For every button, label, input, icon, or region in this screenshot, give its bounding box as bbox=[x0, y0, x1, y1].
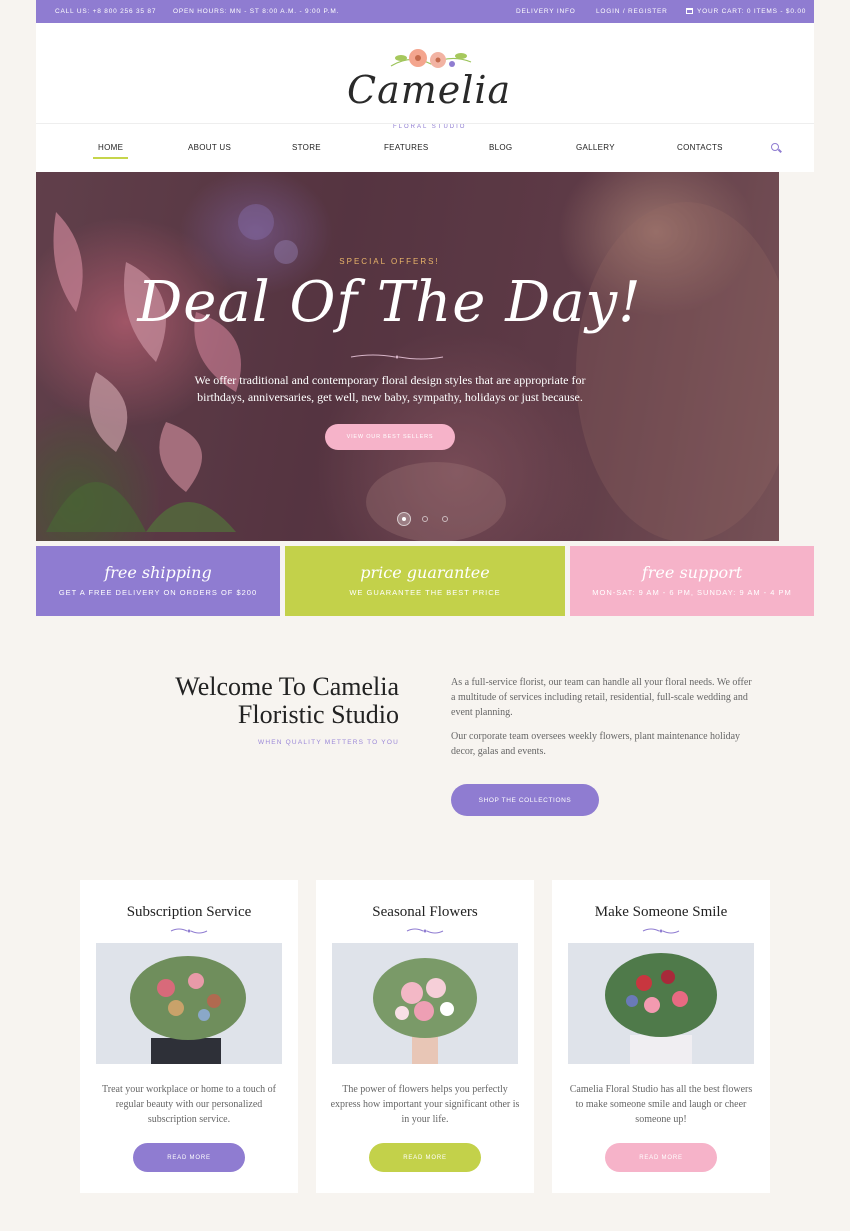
cart-link[interactable]: YOUR CART: 0 ITEMS - $0.00 bbox=[686, 8, 806, 15]
feature-price-guarantee: price guarantee WE GUARANTEE THE BEST PR… bbox=[285, 546, 565, 616]
bouquet-image bbox=[568, 943, 754, 1064]
bouquet-image bbox=[332, 943, 518, 1064]
card-title: Subscription Service bbox=[126, 904, 252, 920]
service-card-smile: Make Someone Smile Camelia Floral Studio… bbox=[552, 880, 770, 1193]
nav-gallery[interactable]: GALLERY bbox=[576, 143, 615, 152]
card-description: Treat your workplace or home to a touch … bbox=[101, 1084, 277, 1125]
hours-text: OPEN HOURS: MN - ST 8:00 A.M. - 9:00 P.M… bbox=[173, 8, 340, 15]
feature-free-shipping: free shipping GET A FREE DELIVERY ON ORD… bbox=[36, 546, 280, 616]
feature-subtitle: MON-SAT: 9 AM - 6 PM, SUNDAY: 9 AM - 4 P… bbox=[592, 588, 792, 597]
welcome-heading-line-2: Floristic Studio bbox=[237, 700, 399, 729]
nav-features[interactable]: FEATURES bbox=[384, 143, 428, 152]
read-more-button[interactable]: READ MORE bbox=[133, 1143, 245, 1172]
delivery-info-link[interactable]: DELIVERY INFO bbox=[516, 8, 576, 15]
feature-free-support: free support MON-SAT: 9 AM - 6 PM, SUNDA… bbox=[570, 546, 814, 616]
card-title: Seasonal Flowers bbox=[372, 904, 478, 920]
card-description: The power of flowers helps you perfectly… bbox=[330, 1084, 520, 1125]
ornament-icon bbox=[642, 928, 680, 934]
feature-title: free support bbox=[641, 563, 743, 582]
welcome-heading-line-1: Welcome To Camelia bbox=[175, 672, 399, 701]
logo[interactable]: Camelia FLORAL STUDIO bbox=[341, 46, 510, 130]
cart-icon bbox=[686, 8, 693, 14]
nav-contacts[interactable]: CONTACTS bbox=[677, 143, 723, 152]
welcome-subtitle: WHEN QUALITY METTERS TO YOU bbox=[258, 739, 399, 746]
feature-title: free shipping bbox=[104, 563, 212, 582]
hero-slider: SPECIAL OFFERS! Deal Of The Day! We offe… bbox=[36, 172, 779, 541]
site-header: Camelia FLORAL STUDIO HOME ABOUT US STOR… bbox=[36, 23, 814, 172]
slider-dot-2[interactable] bbox=[422, 516, 428, 522]
nav-home[interactable]: HOME bbox=[98, 143, 123, 152]
nav-about-us[interactable]: ABOUT US bbox=[188, 143, 231, 152]
service-card-seasonal: Seasonal Flowers The power of flowers he… bbox=[316, 880, 534, 1193]
search-icon[interactable] bbox=[771, 143, 779, 151]
hero-title: Deal Of The Day! bbox=[137, 270, 642, 335]
service-card-subscription: Subscription Service Treat your workplac… bbox=[80, 880, 298, 1193]
ornament-icon bbox=[170, 928, 208, 934]
nav-blog[interactable]: BLOG bbox=[489, 143, 512, 152]
slider-dot-1[interactable] bbox=[397, 512, 411, 526]
read-more-button[interactable]: READ MORE bbox=[369, 1143, 481, 1172]
welcome-paragraph-2: Our corporate team oversees weekly flowe… bbox=[451, 731, 741, 757]
logo-wordmark: Camelia bbox=[347, 68, 512, 112]
ornament-icon bbox=[406, 928, 444, 934]
logo-subtitle: FLORAL STUDIO bbox=[393, 124, 467, 130]
feature-subtitle: WE GUARANTEE THE BEST PRICE bbox=[349, 588, 501, 597]
slider-dot-3[interactable] bbox=[442, 516, 448, 522]
bouquet-image bbox=[96, 943, 282, 1064]
view-best-sellers-button[interactable]: VIEW OUR BEST SELLERS bbox=[325, 424, 455, 450]
feature-title: price guarantee bbox=[360, 563, 490, 582]
card-description: Camelia Floral Studio has all the best f… bbox=[569, 1084, 753, 1125]
login-register-link[interactable]: LOGIN / REGISTER bbox=[596, 8, 668, 15]
welcome-paragraph-1: As a full-service florist, our team can … bbox=[451, 677, 752, 718]
top-bar: CALL US: +8 800 256 35 87 OPEN HOURS: MN… bbox=[36, 0, 814, 23]
nav-active-indicator bbox=[93, 157, 128, 159]
nav-divider bbox=[36, 123, 814, 124]
card-title: Make Someone Smile bbox=[594, 904, 728, 920]
welcome-heading: Welcome To Camelia Floristic Studio bbox=[100, 673, 399, 729]
phone-text: CALL US: +8 800 256 35 87 bbox=[55, 8, 157, 15]
shop-collections-button[interactable]: SHOP THE COLLECTIONS bbox=[451, 784, 599, 816]
swirl-divider-icon bbox=[350, 354, 444, 360]
read-more-button[interactable]: READ MORE bbox=[605, 1143, 717, 1172]
feature-subtitle: GET A FREE DELIVERY ON ORDERS OF $200 bbox=[58, 588, 258, 597]
nav-store[interactable]: STORE bbox=[292, 143, 321, 152]
cart-summary: YOUR CART: 0 ITEMS - $0.00 bbox=[697, 8, 807, 15]
hero-description: We offer traditional and contemporary fl… bbox=[194, 373, 586, 404]
hero-kicker: SPECIAL OFFERS! bbox=[339, 257, 440, 266]
